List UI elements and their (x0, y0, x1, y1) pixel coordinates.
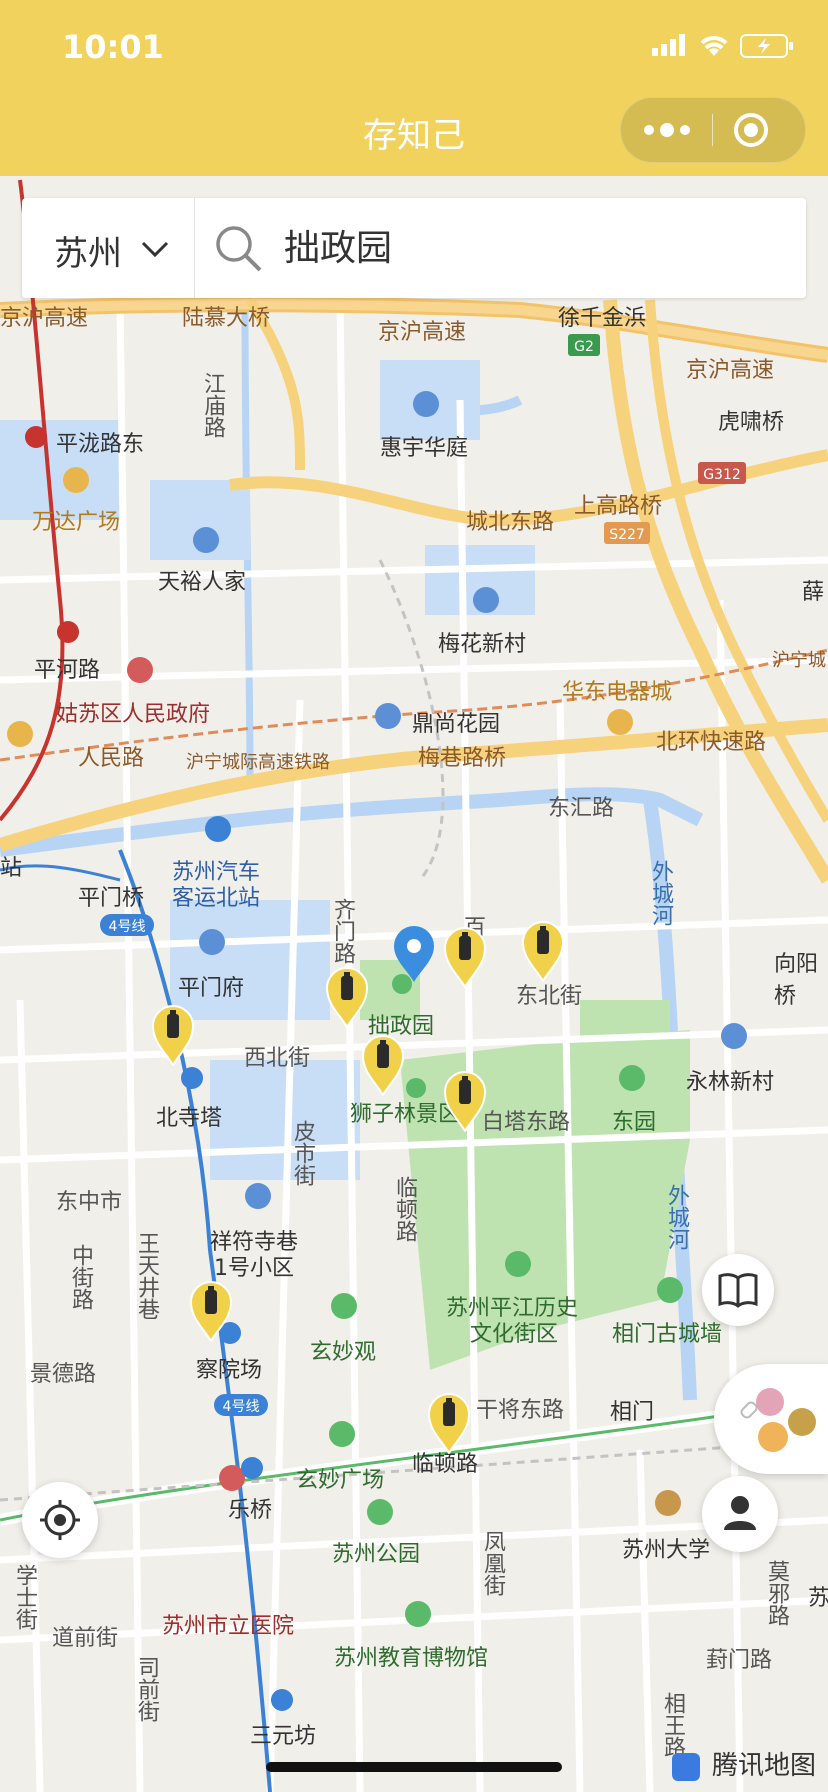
storage-marker[interactable] (428, 1392, 470, 1454)
city-selector[interactable]: 苏州 (54, 226, 122, 275)
sticker-icon (758, 1422, 788, 1452)
battery-icon (740, 34, 793, 58)
storage-marker[interactable] (522, 920, 564, 982)
guide-button[interactable] (702, 1254, 774, 1326)
crosshair-icon (40, 1500, 80, 1540)
sticker-icon (788, 1408, 816, 1436)
book-icon (718, 1273, 758, 1308)
location-pin-icon[interactable] (392, 926, 436, 984)
capsule-divider (712, 114, 713, 146)
more-icon[interactable] (641, 118, 693, 142)
map-watermark: 腾讯地图 (671, 1745, 816, 1782)
storage-marker[interactable] (152, 1004, 194, 1066)
search-divider (194, 198, 195, 298)
locate-me-button[interactable] (22, 1482, 98, 1558)
tencent-map-logo-icon (671, 1752, 700, 1781)
status-bar: 10:01 (0, 0, 828, 88)
map-view[interactable]: G2 G312 S227 4号线 4号线 京沪高速 陆慕大桥 京沪高速 徐千金浜… (0, 176, 828, 1792)
emoji-sticker-button[interactable] (714, 1364, 828, 1474)
chevron-down-icon[interactable] (140, 234, 170, 264)
profile-button[interactable] (702, 1476, 778, 1552)
storage-marker[interactable] (444, 1070, 486, 1132)
close-target-icon[interactable] (733, 112, 769, 148)
home-indicator (266, 1762, 562, 1772)
storage-marker[interactable] (326, 966, 368, 1028)
storage-markers (0, 176, 828, 1792)
storage-marker[interactable] (444, 926, 486, 988)
storage-marker[interactable] (362, 1034, 404, 1096)
status-time: 10:01 (62, 28, 164, 66)
search-input[interactable] (284, 224, 764, 265)
watermark-text: 腾讯地图 (711, 1751, 816, 1781)
user-icon (724, 1496, 756, 1530)
mini-program-capsule (620, 97, 806, 163)
signal-icon (652, 34, 685, 56)
nav-bar: 存知己 (0, 88, 828, 176)
sticker-icon (756, 1388, 784, 1416)
storage-marker[interactable] (190, 1280, 232, 1342)
wifi-icon (700, 36, 728, 56)
search-icon (216, 226, 262, 272)
search-bar: 苏州 (22, 198, 806, 298)
